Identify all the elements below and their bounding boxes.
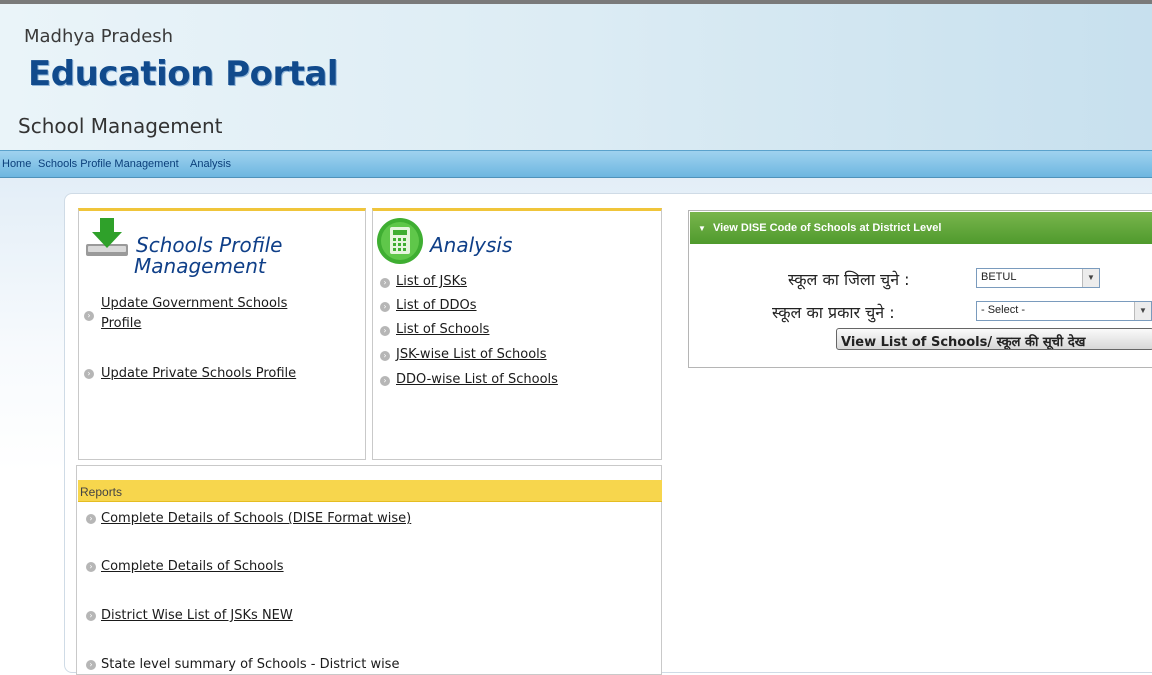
dise-panel-header[interactable]: ▼ View DISE Code of Schools at District … (690, 212, 1152, 244)
download-icon (84, 216, 130, 258)
district-select[interactable]: BETUL ▼ (976, 268, 1100, 288)
arrow-bullet-icon: › (380, 351, 390, 361)
report-state-summary-link[interactable]: State level summary of Schools - Distric… (101, 657, 399, 672)
list-ddos-link[interactable]: List of DDOs (396, 298, 477, 313)
profile-title-line1: Schools Profile (136, 233, 283, 257)
reports-header: Reports (78, 480, 662, 502)
nav-schools-profile[interactable]: Schools Profile Management (38, 158, 179, 170)
nav-analysis[interactable]: Analysis (190, 158, 231, 170)
calculator-icon (374, 216, 428, 266)
list-jsks-link[interactable]: List of JSKs (396, 274, 467, 289)
school-type-selected-value: - Select - (981, 304, 1026, 316)
district-label: स्कूल का जिला चुने : (788, 270, 910, 289)
arrow-bullet-icon: › (86, 562, 96, 572)
dropdown-arrow-icon: ▼ (1082, 269, 1099, 287)
school-type-label: स्कूल का प्रकार चुने : (772, 303, 895, 322)
arrow-bullet-icon: › (86, 514, 96, 524)
profile-title-line2: Management (134, 254, 266, 278)
view-list-button[interactable]: View List of Schools/ स्कूल की सूची देख (836, 328, 1152, 350)
page-subtitle: School Management (18, 114, 223, 138)
update-private-link[interactable]: Update Private Schools Profile (101, 366, 296, 381)
site-header: Madhya Pradesh Education Portal School M… (0, 0, 1152, 150)
arrow-bullet-icon: › (380, 376, 390, 386)
arrow-bullet-icon: › (86, 611, 96, 621)
analysis-title: Analysis (430, 233, 513, 257)
report-complete-details-link[interactable]: Complete Details of Schools (101, 559, 284, 574)
jsk-wise-list-link[interactable]: JSK-wise List of Schools (396, 347, 547, 362)
arrow-bullet-icon: › (86, 660, 96, 670)
nav-home[interactable]: Home (2, 158, 31, 170)
collapse-arrow-icon: ▼ (698, 224, 706, 233)
dise-header-text: View DISE Code of Schools at District Le… (712, 222, 942, 234)
portal-logo-title: Education Portal (28, 54, 339, 94)
dropdown-arrow-icon: ▼ (1134, 302, 1151, 320)
district-selected-value: BETUL (981, 271, 1017, 283)
arrow-bullet-icon: › (84, 311, 94, 321)
main-nav: Home Schools Profile Management Analysis (0, 150, 1152, 178)
school-type-select[interactable]: - Select - ▼ (976, 301, 1152, 321)
report-dise-format-link[interactable]: Complete Details of Schools (DISE Format… (101, 511, 411, 526)
arrow-bullet-icon: › (84, 369, 94, 379)
arrow-bullet-icon: › (380, 326, 390, 336)
arrow-bullet-icon: › (380, 278, 390, 288)
arrow-bullet-icon: › (380, 302, 390, 312)
state-name: Madhya Pradesh (24, 26, 174, 47)
ddo-wise-list-link[interactable]: DDO-wise List of Schools (396, 372, 558, 387)
report-district-jsks-link[interactable]: District Wise List of JSKs NEW (101, 608, 293, 623)
update-govt-link-line2[interactable]: Profile (101, 316, 141, 331)
list-schools-link[interactable]: List of Schools (396, 322, 489, 337)
update-govt-link-line1[interactable]: Update Government Schools (101, 296, 287, 311)
